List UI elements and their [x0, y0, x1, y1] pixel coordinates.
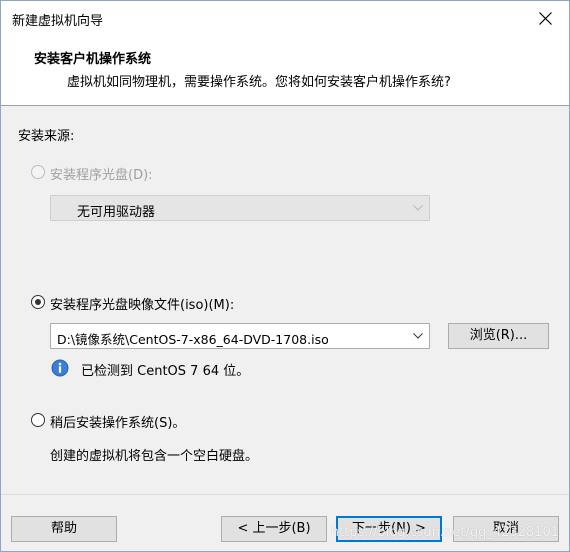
watermark-text: https://blog.csdn.net/qq_42328101 — [330, 525, 559, 540]
radio-installer-disc[interactable] — [31, 165, 45, 179]
new-vm-wizard-dialog: 新建虚拟机向导 安装客户机操作系统 虚拟机如同物理机，需要操作系统。您将如何安装… — [0, 0, 570, 552]
os-detected-text: 已检测到 CentOS 7 64 位。 — [81, 364, 250, 379]
wizard-header: 安装客户机操作系统 虚拟机如同物理机，需要操作系统。您将如何安装客户机操作系统? — [1, 36, 569, 106]
wizard-body: 安装来源: 安装程序光盘(D): 无可用驱动器 安装程序光盘映像文件(iso)(… — [1, 107, 569, 493]
iso-path-value: D:\镜像系统\CentOS-7-x86_64-DVD-1708.iso — [57, 332, 329, 347]
iso-path-combobox[interactable]: D:\镜像系统\CentOS-7-x86_64-DVD-1708.iso — [50, 323, 430, 349]
info-icon — [51, 359, 69, 377]
page-subtitle: 虚拟机如同物理机，需要操作系统。您将如何安装客户机操作系统? — [67, 75, 451, 90]
window-title: 新建虚拟机向导 — [12, 14, 104, 29]
iso-image-label: 安装程序光盘映像文件(iso)(M): — [50, 298, 235, 313]
installer-disc-label: 安装程序光盘(D): — [50, 168, 153, 183]
close-button[interactable] — [523, 1, 569, 36]
page-title: 安装客户机操作系统 — [34, 52, 152, 67]
close-icon — [539, 12, 552, 25]
drive-select-value: 无可用驱动器 — [77, 205, 156, 220]
browse-button[interactable]: 浏览(R)... — [448, 323, 549, 349]
back-button[interactable]: < 上一步(B) — [221, 516, 327, 542]
radio-iso-image[interactable] — [31, 295, 45, 309]
radio-selected-dot — [35, 299, 41, 305]
chevron-down-icon — [413, 333, 423, 339]
drive-select[interactable]: 无可用驱动器 — [50, 195, 430, 221]
install-source-label: 安装来源: — [18, 129, 75, 144]
install-later-description: 创建的虚拟机将包含一个空白硬盘。 — [50, 449, 259, 464]
wizard-footer: 帮助 < 上一步(B) 下一步(N) > 取消 https://blog.csd… — [1, 494, 569, 551]
install-later-label: 稍后安装操作系统(S)。 — [50, 416, 186, 431]
title-bar: 新建虚拟机向导 — [1, 1, 569, 36]
radio-install-later[interactable] — [31, 413, 45, 427]
help-button[interactable]: 帮助 — [11, 516, 117, 542]
chevron-down-icon — [413, 205, 423, 211]
